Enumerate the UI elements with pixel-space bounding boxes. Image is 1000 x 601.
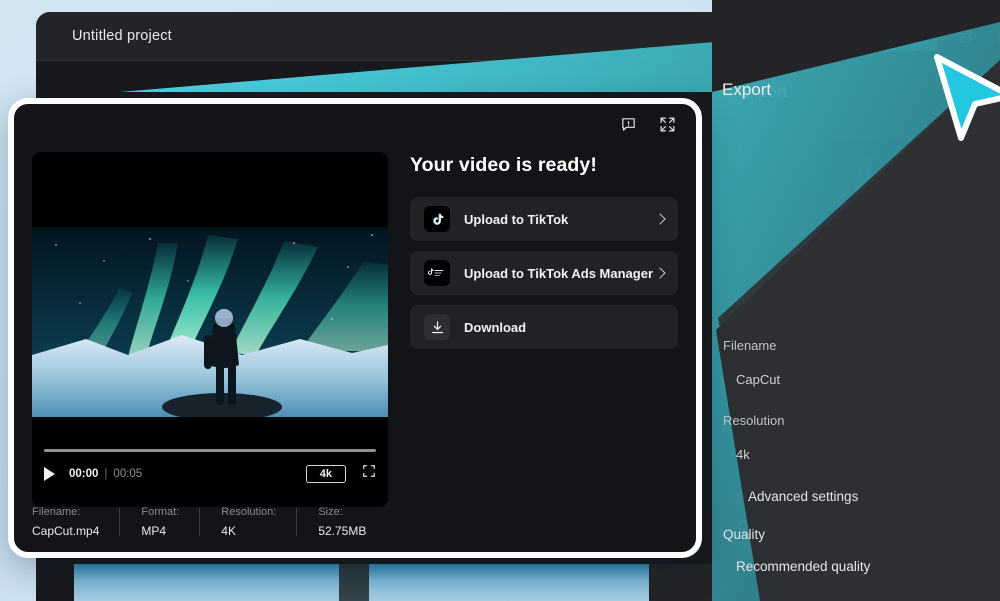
- dialog-top-icons: [620, 116, 676, 138]
- export-thumbnail-wrap: 00:05: [716, 123, 1000, 323]
- metadata-size-value: 52.75MB: [318, 524, 367, 538]
- history-icon[interactable]: [992, 24, 1000, 50]
- export-panel-title: Export: [716, 61, 1000, 123]
- tiktok-ads-manager-icon: [424, 260, 450, 286]
- screen: Untitled project Export Export 00:05 Fil…: [0, 0, 1000, 601]
- metadata-resolution: Resolution: 4K: [199, 506, 296, 538]
- report-icon[interactable]: [620, 116, 637, 138]
- player-controls: 00:00 | 00:05 4k: [32, 449, 388, 507]
- page-title: Untitled project: [72, 28, 172, 44]
- upload-to-tiktok-button[interactable]: Upload to TikTok: [410, 197, 678, 241]
- resolution-select[interactable]: 4k: [738, 435, 1000, 467]
- metadata-filename-key: Filename:: [32, 506, 81, 518]
- quality-select[interactable]: Recommended quality: [738, 541, 1000, 571]
- advanced-settings-toggle[interactable]: Advanced settings: [716, 487, 1000, 503]
- aurora-video-image: [32, 227, 388, 417]
- chevron-right-icon: [654, 267, 666, 279]
- metadata-resolution-value: 4K: [221, 524, 236, 538]
- export-button-label: Export: [884, 29, 924, 44]
- chevron-right-icon: [654, 213, 666, 225]
- metadata-format: Format: MP4: [119, 506, 199, 538]
- dialog-title: Your video is ready!: [410, 154, 597, 176]
- upload-icon: [866, 29, 879, 45]
- aurora-thumbnail-image: [820, 141, 922, 323]
- metadata-filename: Filename: CapCut.mp4: [32, 506, 119, 538]
- metadata-format-value: MP4: [141, 524, 167, 538]
- metadata-size: Size: 52.75MB: [296, 506, 386, 538]
- download-label: Download: [464, 319, 527, 335]
- filename-field-label: Filename: [738, 341, 792, 356]
- advanced-settings-label: Advanced settings: [757, 487, 868, 502]
- export-fields: Filename CapCut Resolution 4k: [716, 341, 1000, 467]
- video-player: 00:00 | 00:05 4k: [32, 152, 388, 507]
- video-surface[interactable]: [32, 152, 388, 442]
- layers-icon[interactable]: [952, 24, 978, 50]
- upload-to-tiktok-ads-manager-button[interactable]: Upload to TikTok Ads Manager: [410, 251, 678, 295]
- play-icon[interactable]: [44, 466, 55, 481]
- collapse-icon[interactable]: [659, 116, 676, 138]
- quality-label: Quality: [738, 518, 781, 533]
- topbar-actions: Export: [851, 12, 1000, 61]
- export-panel: Export 00:05 Filename CapCut Resolution …: [716, 61, 1000, 601]
- metadata-format-key: Format:: [141, 506, 180, 518]
- download-icon: [424, 314, 450, 340]
- metadata-filename-value: CapCut.mp4: [32, 524, 100, 538]
- video-frame: [32, 227, 388, 417]
- export-thumbnail: 00:05: [820, 141, 922, 323]
- editor-topbar: Untitled project Export: [36, 12, 1000, 61]
- export-ready-dialog: 00:00 | 00:05 4k Your video is ready! Up…: [8, 98, 702, 558]
- timeline-video-clip[interactable]: [74, 564, 649, 601]
- filename-input[interactable]: CapCut: [738, 363, 1000, 395]
- resolution-field-label: Resolution: [738, 413, 800, 428]
- upload-to-tiktok-ads-manager-label: Upload to TikTok Ads Manager: [464, 265, 654, 281]
- file-metadata-bar: Filename: CapCut.mp4 Format: MP4 Resolut…: [32, 506, 678, 538]
- thumbnail-duration: 00:05: [882, 307, 919, 321]
- upload-to-tiktok-label: Upload to TikTok: [464, 211, 569, 227]
- total-time: 00:05: [113, 467, 143, 480]
- progress-bar[interactable]: [44, 449, 376, 452]
- resolution-badge[interactable]: 4k: [305, 464, 346, 483]
- metadata-resolution-key: Resolution:: [221, 506, 277, 518]
- tiktok-icon: [424, 206, 450, 232]
- export-button[interactable]: Export: [851, 22, 938, 51]
- download-button[interactable]: Download: [410, 305, 678, 349]
- current-time: 00:00: [69, 467, 99, 480]
- chevron-up-icon: [736, 489, 749, 503]
- dialog-actions-column: Your video is ready! Upload to TikTok Up…: [410, 152, 678, 507]
- fullscreen-icon[interactable]: [362, 464, 376, 483]
- time-separator: |: [104, 467, 108, 480]
- metadata-size-key: Size:: [318, 506, 343, 518]
